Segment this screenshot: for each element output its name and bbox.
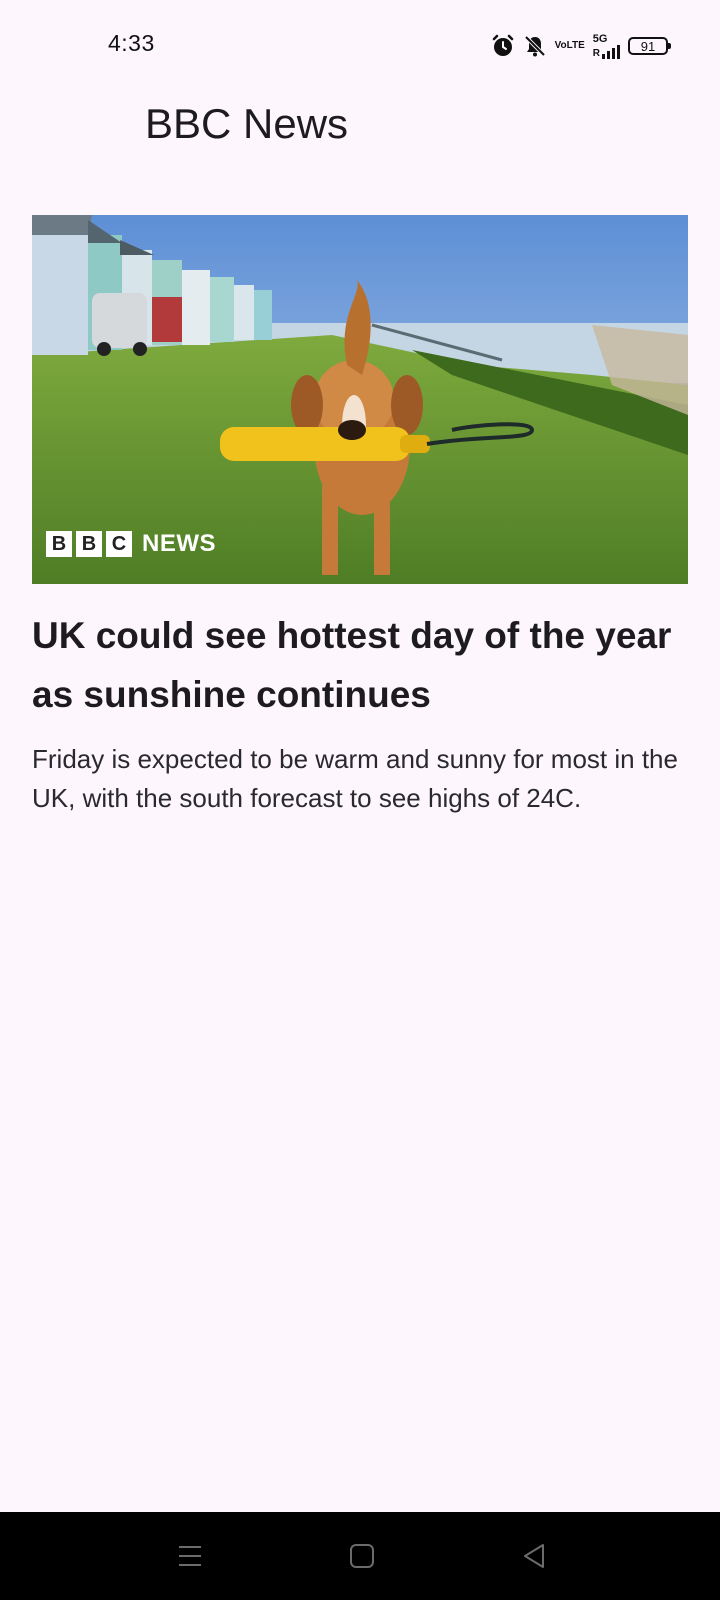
back-icon[interactable] [514, 1538, 554, 1574]
alarm-icon [491, 34, 515, 58]
bbc-news-logo: B B C NEWS [46, 530, 216, 558]
volte-icon: Vo LTE [554, 40, 585, 51]
article-image[interactable]: B B C NEWS [32, 215, 688, 584]
signal-bars: R [593, 44, 620, 59]
status-icons: Vo LTE 5G R 91 [491, 30, 671, 62]
app-title: BBC News [145, 100, 349, 147]
status-time: 4:33 [108, 30, 155, 56]
navigation-bar [0, 1512, 720, 1600]
battery-level: 91 [640, 38, 656, 54]
mute-icon [523, 34, 547, 58]
battery-icon: 91 [628, 37, 671, 55]
menu-icon[interactable] [170, 1538, 210, 1574]
5g-signal-icon: 5G R [593, 33, 620, 59]
dog-photo [32, 215, 688, 584]
article-summary: Friday is expected to be warm and sunny … [32, 744, 678, 813]
article-headline[interactable]: UK could see hottest day of the year as … [32, 606, 688, 724]
status-bar: 4:33 Vo LTE 5G R 91 [0, 0, 720, 92]
home-icon[interactable] [342, 1538, 382, 1574]
